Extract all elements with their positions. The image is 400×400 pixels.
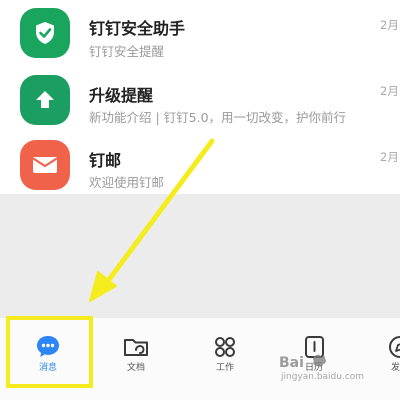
message-date: 2月	[380, 150, 399, 164]
mail-icon	[20, 140, 70, 190]
dingtalk-screen: 钉钉安全助手 钉钉安全提醒 2月 升级提醒 新功能介绍 | 钉钉5.0，用一切改…	[0, 0, 400, 400]
message-subtitle: 新功能介绍 | 钉钉5.0，用一切改变，护你前行	[89, 110, 347, 125]
message-title: 钉钉安全助手	[89, 19, 186, 38]
watermark-text: jingyan.baidu.com	[281, 372, 365, 382]
message-title: 升级提醒	[89, 86, 154, 105]
message-item-security-assistant[interactable]: 钉钉安全助手 钉钉安全提醒 2月	[0, 2, 400, 66]
message-date: 2月	[380, 18, 399, 32]
tab-label: 工作	[215, 363, 234, 373]
shield-check-icon	[20, 8, 70, 58]
message-item-upgrade-reminder[interactable]: 升级提醒 新功能介绍 | 钉钉5.0，用一切改变，护你前行 2月	[0, 69, 400, 133]
upload-arrow-icon	[20, 75, 70, 125]
message-list: 钉钉安全助手 钉钉安全提醒 2月 升级提醒 新功能介绍 | 钉钉5.0，用一切改…	[0, 0, 400, 194]
message-subtitle: 钉钉安全提醒	[89, 44, 165, 59]
message-item-dingmail[interactable]: 钉邮 欢迎使用钉邮 2月	[0, 134, 400, 198]
message-subtitle: 欢迎使用钉邮	[89, 175, 165, 190]
baidu-jingyan-watermark: Bai jingyan.baidu.com	[275, 352, 400, 392]
grid-apps-icon	[210, 332, 240, 362]
message-date: 2月	[380, 84, 399, 98]
tab-highlight-box	[6, 316, 93, 388]
tab-documents[interactable]: 文档	[111, 318, 161, 378]
tab-label: 文档	[126, 363, 145, 373]
tab-work[interactable]: 工作	[200, 318, 250, 378]
watermark-logo-text: Bai	[279, 355, 304, 371]
folder-icon	[121, 332, 151, 362]
message-title: 钉邮	[89, 151, 122, 170]
